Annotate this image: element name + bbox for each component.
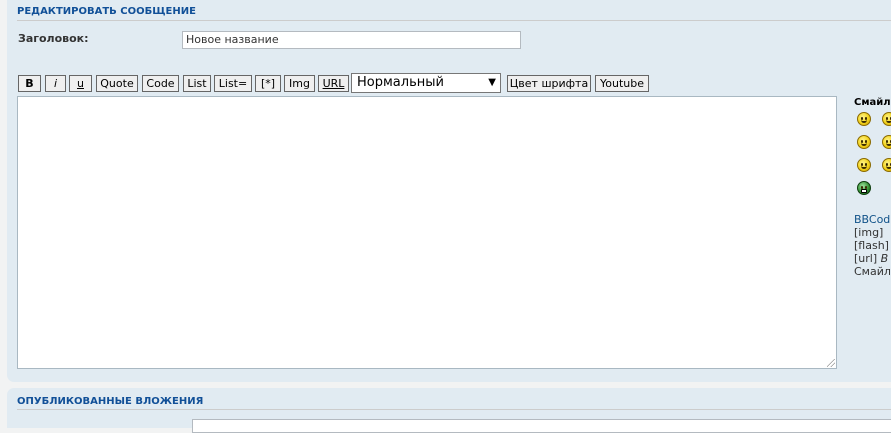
attachments-panel: Опубликованные вложения [7,388,891,433]
italic-button[interactable]: i [45,75,66,92]
url-button[interactable]: URL [318,75,349,92]
list-item-button[interactable]: [*] [255,75,281,92]
subject-label: Заголовок: [18,32,89,45]
code-button[interactable]: Code [142,75,179,92]
smile-icon[interactable] [857,158,871,172]
img-tag-status: [img] [854,226,884,239]
smile-icon[interactable] [882,135,891,149]
message-textarea[interactable] [17,96,837,369]
youtube-button[interactable]: Youtube [595,75,649,92]
resize-handle-icon[interactable] [827,359,835,367]
underline-button[interactable]: u [69,75,92,92]
chevron-down-icon: ▼ [488,77,496,88]
url-tag-status: [url] [854,252,878,265]
grin-icon[interactable] [857,181,871,195]
divider [17,409,891,410]
font-size-value: Нормальный [357,75,444,90]
smile-icon[interactable] [857,135,871,149]
bold-button[interactable]: B [18,75,41,92]
smile-icon[interactable] [882,158,891,172]
quote-button[interactable]: Quote [96,75,138,92]
flash-tag-status: [flash] [854,239,889,252]
url-tag-value: В [880,252,889,265]
img-button[interactable]: Img [284,75,315,92]
smile-icon[interactable] [882,112,891,126]
divider [17,20,891,21]
smile-icon[interactable] [857,112,871,126]
attachment-field[interactable] [192,419,891,433]
smilies-title: Смайл [854,97,891,108]
list-button[interactable]: List [183,75,211,92]
attachments-title: Опубликованные вложения [17,396,204,407]
ordered-list-button[interactable]: List= [214,75,252,92]
panel-title: Редактировать сообщение [17,6,196,17]
font-color-button[interactable]: Цвет шрифта [507,75,591,92]
bbcode-link[interactable]: BBCod [854,213,890,226]
font-size-select[interactable]: Нормальный ▼ [351,73,501,93]
subject-input[interactable]: Новое название [182,31,521,49]
edit-message-panel: Редактировать сообщение Заголовок: Новое… [7,0,891,382]
smilies-status: Смайл [854,265,891,278]
bbcode-info: BBCod [img] [flash] [url] В Смайл [854,213,891,278]
